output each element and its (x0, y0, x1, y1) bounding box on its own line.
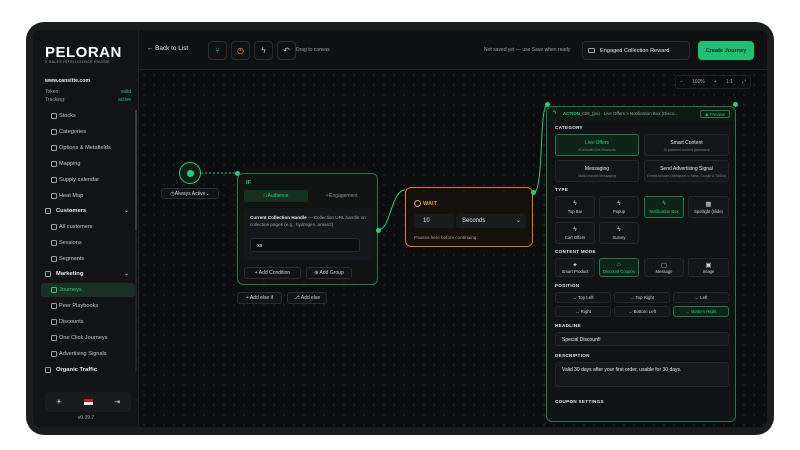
sparkle-icon: ✦ (572, 262, 578, 269)
preview-button[interactable]: ◉ Preview (700, 110, 730, 118)
category-title: Smart Content (670, 140, 703, 146)
category-sub: AI powered content placement (663, 148, 710, 152)
image-icon: ▣ (705, 262, 712, 269)
if-node-label: IF (246, 180, 251, 186)
if-node-tabs: ⚇ Audience ✧ Engagement (244, 190, 373, 202)
add-condition-button[interactable]: + Add Condition (244, 267, 301, 279)
if-output-handle[interactable] (376, 228, 381, 233)
headline-heading: HEADLINE (555, 323, 581, 328)
type-cart-offers[interactable]: ϟ Cart Offers (555, 222, 595, 244)
lightning-icon: ϟ (617, 226, 621, 233)
lightning-icon: ϟ (553, 110, 557, 116)
condition-description: Current Collection Handle — Collection U… (250, 214, 368, 228)
wait-output-handle[interactable] (531, 190, 536, 195)
wait-unit-value: Seconds (462, 218, 486, 224)
grid-icon: ▦ (705, 201, 712, 208)
mode-message[interactable]: ▢ Message (644, 258, 684, 277)
mode-label: Message (655, 269, 673, 274)
chevron-down-icon: ⌄ (205, 190, 210, 197)
lightning-icon: ϟ (573, 226, 577, 233)
position-heading: POSITION (555, 283, 580, 288)
tab-audience[interactable]: ⚇ Audience (244, 190, 308, 202)
wait-unit-select[interactable]: Seconds ⌄ (456, 214, 526, 228)
condition-title: Current Collection Handle (250, 215, 307, 220)
category-title: Send Advertising Signal (660, 166, 713, 172)
tag-icon: ⌂ (617, 261, 621, 268)
mode-image[interactable]: ▣ Image (688, 258, 729, 277)
lightning-icon: ϟ (573, 200, 577, 207)
category-sub: Multi-channel Messaging (578, 174, 616, 178)
connector-if-wait (377, 189, 406, 231)
category-live-offers[interactable]: Live Offers AI directed live discounts (555, 134, 639, 156)
position-left[interactable]: → Left (673, 292, 729, 303)
wait-node-label: WAIT (423, 201, 437, 207)
tab-label: Engagement (329, 193, 358, 199)
category-advertising-signal[interactable]: Send Advertising Signal Events forward (M… (644, 160, 729, 182)
mode-discount-coupon[interactable]: ⌂ Discount Coupon (599, 258, 639, 277)
coupon-settings-heading: COUPON SETTINGS (555, 399, 604, 404)
position-bottom-right[interactable]: → Bottom Right (673, 306, 729, 317)
position-bottom-left[interactable]: → Bottom Left (614, 306, 670, 317)
add-else-if-button[interactable]: + Add else if (237, 292, 282, 304)
position-right[interactable]: → Right (555, 306, 611, 317)
description-textarea[interactable]: Valid 30 days after your first order, us… (555, 362, 729, 387)
wait-note: Pauses here before continuing. (414, 235, 478, 240)
condition-card: Current Collection Handle — Collection U… (244, 208, 373, 260)
type-popup[interactable]: ϟ Popup (599, 196, 639, 218)
category-sub: Events forward (Metapixel to Meta, Googl… (646, 174, 727, 178)
mode-label: Smart Product (561, 269, 589, 274)
mode-label: Discount Coupon (602, 269, 636, 274)
action-id: ACTION (563, 111, 580, 116)
tab-engagement[interactable]: ✧ Engagement (310, 190, 374, 202)
chevron-down-icon: ⌄ (515, 218, 521, 224)
mode-smart-product[interactable]: ✦ Smart Product (555, 258, 595, 277)
category-title: Live Offers (584, 140, 610, 146)
message-icon: ▢ (660, 262, 668, 269)
lightning-icon: ϟ (617, 200, 621, 207)
app-screen: PELORAN // SALES INTELLIGENCE ENGINE www… (33, 30, 767, 427)
position-top-right[interactable]: → Top Right (614, 292, 670, 303)
wait-node[interactable]: WAIT 10 Seconds ⌄ Pauses here before cont… (405, 187, 533, 247)
content-mode-heading: CONTENT MODE (555, 249, 596, 254)
start-dot (186, 169, 194, 177)
category-smart-content[interactable]: Smart Content AI powered content placemen… (644, 134, 729, 156)
type-notification-box[interactable]: ϟ Notification Box (644, 196, 684, 218)
type-label: Survey (612, 235, 626, 240)
tab-label: Audience (267, 193, 289, 199)
condition-value-input[interactable]: xx (250, 238, 360, 252)
trigger-value: Always Active (174, 190, 206, 197)
description-heading: DESCRIPTION (555, 353, 590, 358)
add-else-button[interactable]: ⎇ Add else (287, 292, 327, 304)
category-title: Messaging (584, 166, 610, 172)
type-label: Top Bar (567, 209, 583, 214)
type-label: Notification Box (649, 209, 679, 214)
type-spotlight[interactable]: ▦ Spotlight (slide) (688, 196, 729, 218)
headline-input[interactable]: Special Discount! (555, 332, 729, 346)
type-top-bar[interactable]: ϟ Top Bar (555, 196, 595, 218)
type-label: Spotlight (slide) (694, 209, 723, 214)
start-node[interactable] (179, 162, 201, 184)
type-heading: TYPE (555, 187, 569, 192)
action-path: _029_(pu) · Live Offers > Notification B… (579, 111, 678, 116)
type-label: Popup (612, 209, 626, 214)
type-survey[interactable]: ϟ Survey (599, 222, 639, 244)
timer-icon (414, 200, 421, 207)
trigger-select[interactable]: ◷ Always Active ⌄ (161, 188, 219, 199)
category-heading: CATEGORY (555, 125, 583, 130)
position-top-left[interactable]: → Top Left (555, 292, 611, 303)
add-group-button[interactable]: ⊕ Add Group (306, 267, 352, 279)
category-messaging[interactable]: Messaging Multi-channel Messaging (555, 160, 639, 182)
wait-amount-input[interactable]: 10 (414, 214, 454, 228)
action-node[interactable]: ϟ ACTION_029_(pu) · Live Offers > Notifi… (546, 106, 736, 422)
type-label: Cart Offers (564, 235, 586, 240)
mode-label: Image (702, 269, 715, 274)
if-node[interactable]: IF ⚇ Audience ✧ Engagement Current Colle… (237, 173, 378, 285)
category-sub: AI directed live discounts (578, 148, 616, 152)
action-header: ϟ ACTION_029_(pu) · Live Offers > Notifi… (547, 107, 735, 121)
lightning-icon: ϟ (662, 200, 666, 207)
